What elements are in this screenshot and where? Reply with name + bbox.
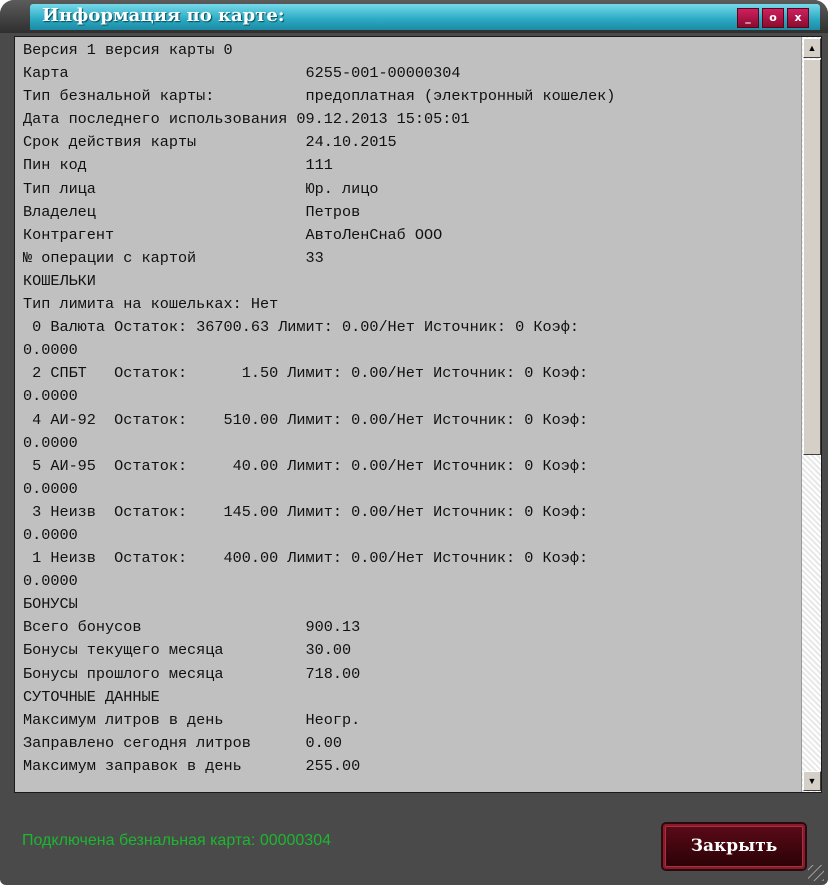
info-line: 2 СПБТ Остаток: 1.50 Лимит: 0.00/Нет Ист…	[23, 364, 589, 383]
title-bar[interactable]: Информация по карте: _ o x	[0, 0, 828, 33]
info-line: Контрагент АвтоЛенСнаб ООО	[23, 225, 443, 244]
window-title: Информация по карте:	[42, 5, 285, 26]
info-line: 4 АИ-92 Остаток: 510.00 Лимит: 0.00/Нет …	[23, 410, 589, 429]
scroll-down-arrow-icon[interactable]: ▼	[803, 771, 821, 791]
info-line: Карта 6255-001-00000304	[23, 64, 461, 83]
info-line: Тип лимита на кошельках: Нет	[23, 295, 279, 314]
info-line: 3 Неизв Остаток: 145.00 Лимит: 0.00/Нет …	[23, 502, 589, 521]
card-info-window: Информация по карте: _ o x Версия 1 верс…	[0, 0, 828, 885]
scrollbar-thumb[interactable]	[803, 59, 821, 455]
maximize-button[interactable]: o	[762, 8, 784, 28]
info-line: Максимум заправок в день 255.00	[23, 756, 361, 775]
info-line: Срок действия карты 24.10.2015	[23, 133, 397, 152]
info-line: Тип безнальной карты: предоплатная (элек…	[23, 87, 616, 106]
close-window-button[interactable]: x	[787, 8, 809, 28]
info-line: Бонусы прошлого месяца 718.00	[23, 664, 361, 683]
info-line: 0.0000	[23, 341, 78, 360]
connection-status: Подключена безнальная карта: 00000304	[22, 832, 331, 849]
info-line: БОНУСЫ	[23, 595, 78, 614]
info-line: № операции с картой 33	[23, 248, 324, 267]
info-line: 0.0000	[23, 479, 78, 498]
info-line: Всего бонусов 900.13	[23, 618, 361, 637]
info-line: Тип лица Юр. лицо	[23, 179, 379, 198]
info-line: Версия 1 версия карты 0	[23, 41, 233, 59]
info-line: Заправлено сегодня литров 0.00	[23, 733, 342, 752]
info-line: Пин код 111	[23, 156, 333, 175]
info-line: 1 Неизв Остаток: 400.00 Лимит: 0.00/Нет …	[23, 549, 589, 568]
info-line: 0 Валюта Остаток: 36700.63 Лимит: 0.00/Н…	[23, 318, 579, 337]
info-line: 0.0000	[23, 525, 78, 544]
info-line: 0.0000	[23, 572, 78, 591]
card-info-text[interactable]: Версия 1 версия карты 0 Карта 6255-001-00…	[15, 37, 800, 792]
info-line: СУТОЧНЫЕ ДАННЫЕ	[23, 687, 160, 706]
info-line: 0.0000	[23, 387, 78, 406]
card-info-panel: Версия 1 версия карты 0 Карта 6255-001-00…	[14, 36, 822, 793]
scroll-up-arrow-icon[interactable]: ▲	[803, 38, 821, 58]
info-line: Бонусы текущего месяца 30.00	[23, 641, 352, 660]
close-button[interactable]: Закрыть	[663, 824, 805, 869]
info-line: 5 АИ-95 Остаток: 40.00 Лимит: 0.00/Нет И…	[23, 456, 589, 475]
minimize-button[interactable]: _	[737, 8, 759, 28]
info-line: Дата последнего использования 09.12.2013…	[23, 110, 470, 129]
info-line: КОШЕЛЬКИ	[23, 271, 96, 290]
info-line: Максимум литров в день Неогр.	[23, 710, 361, 729]
resize-grip-icon[interactable]	[808, 865, 824, 881]
info-line: Владелец Петров	[23, 202, 361, 221]
info-line: 0.0000	[23, 433, 78, 452]
vertical-scrollbar[interactable]: ▲ ▼	[801, 37, 821, 792]
